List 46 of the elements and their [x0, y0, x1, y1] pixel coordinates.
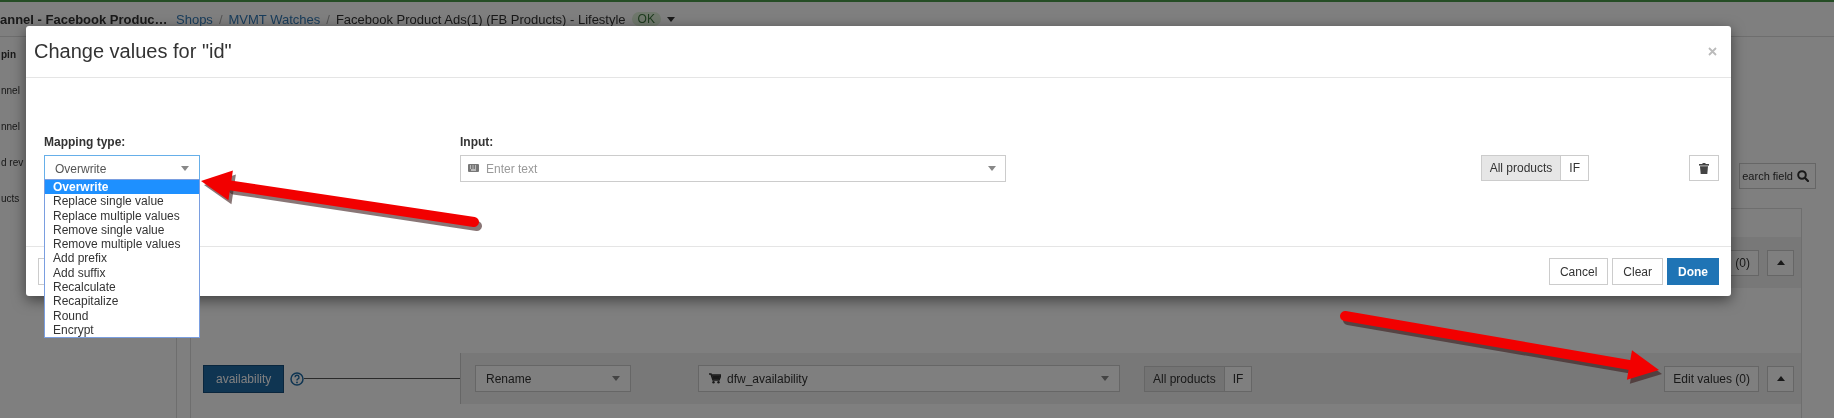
- trash-icon: [1699, 162, 1709, 174]
- dropdown-option[interactable]: Add prefix: [45, 251, 199, 266]
- collapse-button[interactable]: [1767, 365, 1794, 392]
- help-icon[interactable]: [290, 371, 305, 386]
- dropdown-option[interactable]: Recapitalize: [45, 294, 199, 309]
- field-label: Mapping type:: [44, 134, 126, 150]
- input-field[interactable]: dfw_availability: [698, 365, 1120, 392]
- input-field[interactable]: Enter text: [460, 155, 1006, 182]
- caret-up-icon: [1776, 376, 1785, 381]
- dropdown-option[interactable]: Replace multiple values: [45, 208, 199, 223]
- caret-icon[interactable]: [666, 16, 675, 22]
- caret-icon: [612, 376, 620, 381]
- dropdown-option[interactable]: Add suffix: [45, 265, 199, 281]
- caret-icon: [181, 166, 189, 171]
- field-label: Input:: [460, 134, 494, 150]
- breadcrumb-separator: /: [218, 11, 223, 27]
- delete-button[interactable]: [1689, 155, 1719, 181]
- dropdown-option[interactable]: Recalculate: [45, 280, 199, 295]
- scope-tab[interactable]: IF: [1224, 365, 1253, 392]
- cart-icon: [709, 373, 721, 384]
- search-field-button[interactable]: earch field: [1739, 163, 1816, 189]
- field-badge: availability: [203, 364, 285, 393]
- status-badge: OK: [631, 12, 661, 26]
- breadcrumb-current: Facebook Product Ads(1) (FB Products) - Lifestyle: [335, 11, 626, 27]
- breadcrumb-separator: /: [326, 11, 330, 27]
- caret-up-icon: [1776, 260, 1785, 265]
- keyboard-icon: [468, 164, 479, 172]
- scope-tab[interactable]: All products: [1480, 155, 1562, 181]
- edit-values-button[interactable]: Edit values (0): [1664, 365, 1759, 392]
- footer-button[interactable]: Clear: [1612, 258, 1663, 285]
- dropdown-option[interactable]: Round: [45, 308, 199, 323]
- caret-icon: [1101, 376, 1109, 381]
- dropdown-option[interactable]: Remove single value: [45, 222, 199, 238]
- dropdown-option[interactable]: Encrypt: [45, 322, 199, 338]
- mapping-type-select[interactable]: Rename: [475, 365, 631, 392]
- dropdown-option[interactable]: Remove multiple values: [45, 237, 199, 252]
- search-icon: [1797, 170, 1809, 182]
- collapse-button[interactable]: [1767, 249, 1794, 276]
- channel-title: annel - Facebook Produc…: [0, 11, 169, 27]
- dropdown-option[interactable]: Replace single value: [45, 194, 199, 209]
- caret-icon: [988, 166, 996, 171]
- scope-tab[interactable]: All products: [1144, 365, 1225, 392]
- footer-button[interactable]: Cancel: [1548, 258, 1609, 285]
- done-button[interactable]: Done: [1667, 258, 1719, 285]
- modal-title: Change values for "id": [34, 40, 232, 63]
- scope-tab[interactable]: IF: [1561, 155, 1589, 181]
